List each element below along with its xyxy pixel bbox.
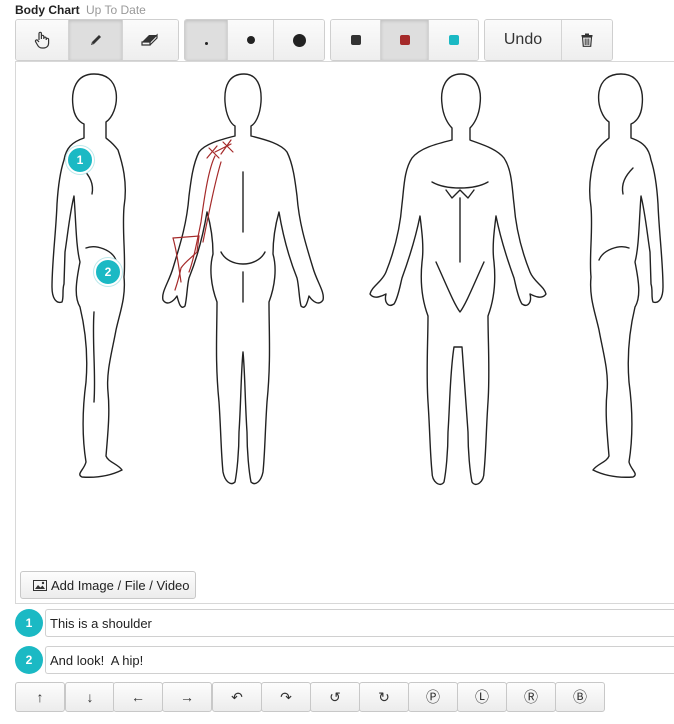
- small-dot-icon: [204, 41, 208, 45]
- teal-swatch-icon: [448, 35, 459, 45]
- curve-right-button[interactable]: ↷: [261, 682, 311, 712]
- tool-group: [15, 19, 179, 61]
- pencil-tool-button[interactable]: [69, 20, 123, 60]
- body-figure-front: [369, 73, 547, 486]
- add-media-button[interactable]: Add Image / File / Video: [20, 571, 196, 599]
- note-row-2: 2: [15, 646, 674, 674]
- clear-button[interactable]: [562, 20, 612, 60]
- note-number-badge: 1: [15, 609, 43, 637]
- sync-status: Up To Date: [86, 3, 146, 17]
- color-teal-button[interactable]: [429, 20, 478, 60]
- red-swatch-icon: [399, 35, 410, 45]
- hand-pointer-icon: [35, 31, 50, 49]
- history-group: Undo: [484, 19, 613, 61]
- body-figure-side-right: [588, 73, 664, 478]
- brush-size-group: [184, 19, 325, 61]
- symbol-r-button[interactable]: Ⓡ: [506, 682, 556, 712]
- arrow-left-button[interactable]: ←: [113, 682, 163, 712]
- annotation-pin-1[interactable]: 1: [66, 146, 94, 174]
- add-media-label: Add Image / File / Video: [51, 577, 190, 593]
- symbol-p-button[interactable]: Ⓟ: [408, 682, 458, 712]
- rotate-clockwise-button[interactable]: ↺: [310, 682, 360, 712]
- symbol-l-button[interactable]: Ⓛ: [457, 682, 507, 712]
- note-row-1: 1: [15, 609, 674, 637]
- eraser-icon: [141, 33, 158, 46]
- undo-label: Undo: [503, 31, 543, 48]
- eraser-tool-button[interactable]: [122, 20, 178, 60]
- body-chart-header: Body Chart Up To Date: [15, 2, 146, 18]
- color-red-button[interactable]: [381, 20, 429, 60]
- arrow-right-button[interactable]: →: [162, 682, 212, 712]
- body-chart-canvas[interactable]: 1 2: [15, 61, 674, 604]
- note-text-field[interactable]: [45, 609, 674, 637]
- hand-tool-button[interactable]: [16, 20, 70, 60]
- rotate-counterclockwise-button[interactable]: ↻: [359, 682, 409, 712]
- large-dot-icon: [292, 33, 306, 47]
- curve-left-button[interactable]: ↶: [212, 682, 262, 712]
- pencil-icon: [90, 35, 101, 45]
- brush-size-small-button[interactable]: [185, 20, 228, 60]
- page-title: Body Chart: [15, 3, 80, 17]
- brush-size-large-button[interactable]: [274, 20, 324, 60]
- trash-icon: [581, 33, 593, 47]
- annotation-pin-2[interactable]: 2: [94, 258, 122, 286]
- arrow-down-button[interactable]: ↓: [65, 682, 115, 712]
- brush-size-medium-button[interactable]: [228, 20, 274, 60]
- note-text-field[interactable]: [45, 646, 674, 674]
- symbol-b-button[interactable]: Ⓑ: [555, 682, 605, 712]
- undo-button[interactable]: Undo: [485, 20, 562, 60]
- arrow-up-button[interactable]: ↑: [15, 682, 65, 712]
- medium-dot-icon: [246, 36, 255, 44]
- black-swatch-icon: [350, 35, 361, 45]
- body-figure-back: [161, 73, 325, 485]
- color-group: [330, 19, 479, 61]
- note-number-badge: 2: [15, 646, 43, 674]
- image-icon: [33, 579, 47, 591]
- color-black-button[interactable]: [331, 20, 381, 60]
